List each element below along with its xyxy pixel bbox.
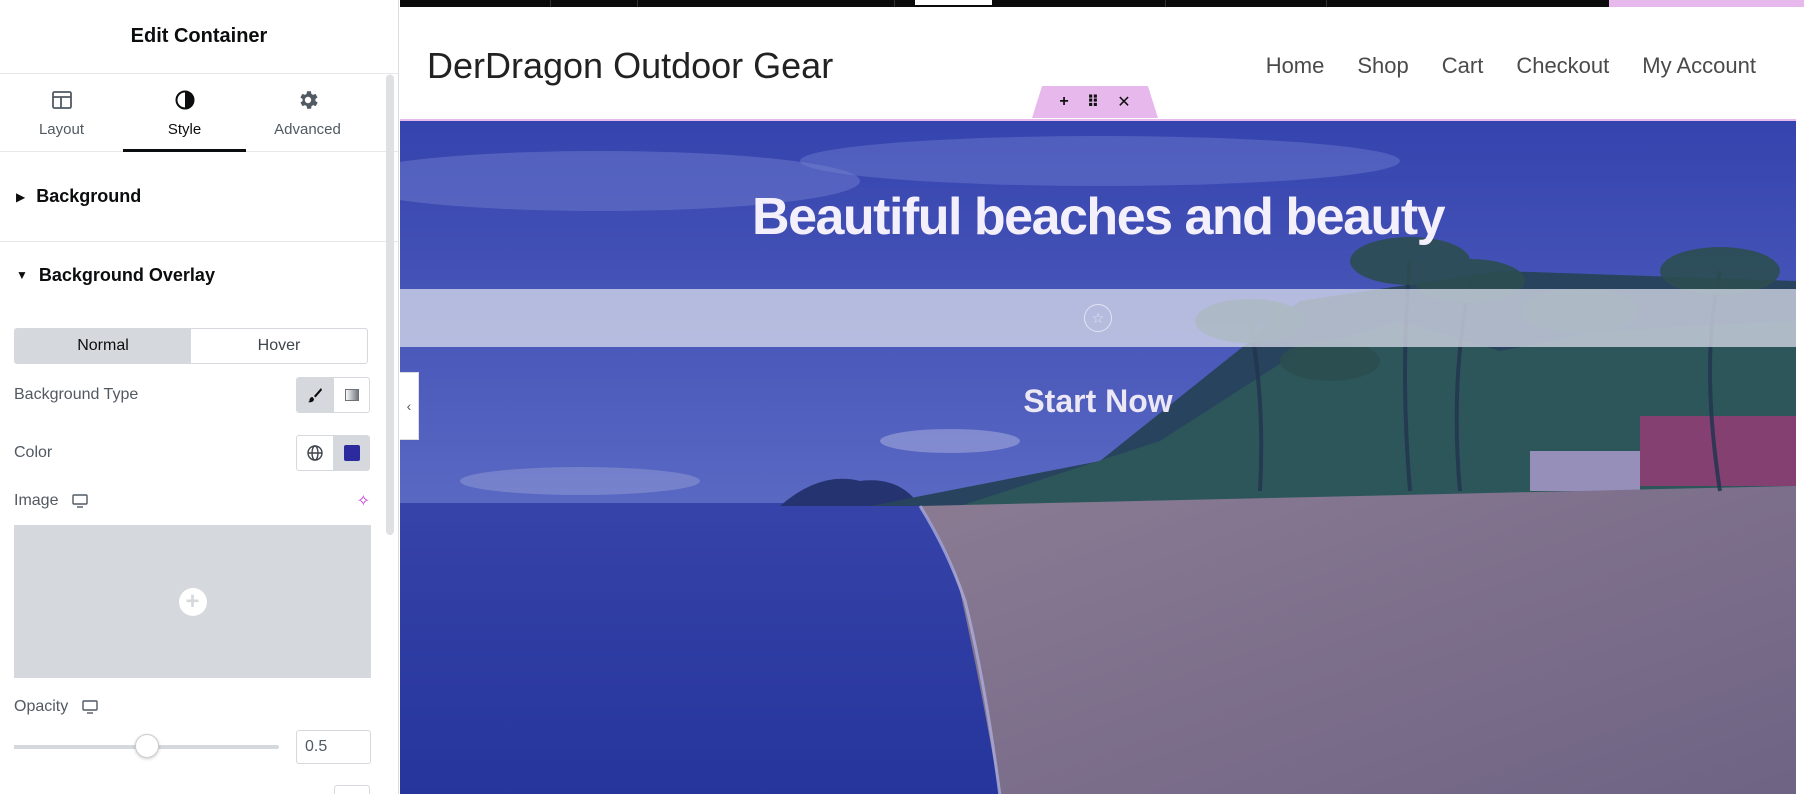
top-bar-divider <box>894 0 895 7</box>
section-background-overlay[interactable]: ▼ Background Overlay <box>0 242 398 308</box>
tab-style-label: Style <box>167 120 202 138</box>
background-type-row: Background Type <box>14 377 370 413</box>
top-bar-active-indicator <box>915 0 992 5</box>
background-type-options <box>296 377 370 413</box>
caret-right-icon: ▶ <box>16 189 26 204</box>
panel-title: Edit Container <box>130 25 268 47</box>
nav-checkout[interactable]: Checkout <box>1516 53 1609 79</box>
editor-panel: Edit Container Layout Style Advanced ▶ B… <box>0 0 399 794</box>
tab-style[interactable]: Style <box>123 74 246 152</box>
empty-widget-placeholder[interactable]: ☆ <box>400 289 1796 347</box>
image-row: Image ✧ <box>14 488 370 514</box>
preview-right-edge <box>1796 119 1804 794</box>
color-swatch <box>343 445 360 461</box>
top-bar-highlight <box>1609 0 1804 7</box>
next-control-stub <box>334 785 370 794</box>
desktop-icon[interactable] <box>72 494 89 508</box>
nav-cart[interactable]: Cart <box>1442 53 1484 79</box>
top-bar-divider <box>550 0 551 7</box>
preview-top-bar <box>400 0 1804 7</box>
globe-icon <box>307 445 323 461</box>
opacity-label: Opacity <box>14 698 69 715</box>
state-toggle: Normal Hover <box>14 328 368 364</box>
opacity-slider[interactable] <box>14 734 279 758</box>
gear-icon <box>299 90 318 109</box>
opacity-label-wrap: Opacity <box>14 698 370 716</box>
placeholder-star-icon: ☆ <box>1084 304 1112 332</box>
tab-advanced[interactable]: Advanced <box>246 74 369 151</box>
nav-shop[interactable]: Shop <box>1357 53 1408 79</box>
brush-icon <box>308 388 322 403</box>
nav-home[interactable]: Home <box>1266 53 1325 79</box>
image-label-wrap: Image <box>14 492 357 510</box>
desktop-icon[interactable] <box>82 700 98 714</box>
state-normal-button[interactable]: Normal <box>15 329 191 363</box>
collapse-panel-button[interactable]: ‹ <box>400 372 419 440</box>
top-bar-divider <box>1326 0 1327 7</box>
top-bar-divider <box>1165 0 1166 7</box>
layout-icon <box>51 90 72 109</box>
section-overlay-label: Background Overlay <box>38 264 215 285</box>
move-container-icon[interactable]: ⠿ <box>1087 92 1100 112</box>
hero-heading[interactable]: Beautiful beaches and beauty <box>400 187 1796 247</box>
add-container-icon[interactable]: + <box>1059 93 1068 111</box>
hero-container[interactable]: Beautiful beaches and beauty ☆ Start Now <box>400 119 1796 794</box>
gradient-icon <box>344 389 359 401</box>
container-handle: + ⠿ ✕ <box>1032 86 1158 118</box>
background-type-label: Background Type <box>14 386 139 403</box>
section-background-label: Background <box>36 186 142 206</box>
start-now-button[interactable]: Start Now <box>400 383 1796 420</box>
chevron-left-icon: ‹ <box>406 398 412 414</box>
panel-tabs: Layout Style Advanced <box>0 74 398 152</box>
color-row: Color <box>14 435 370 471</box>
add-image-icon: + <box>178 587 207 616</box>
ai-sparkle-icon[interactable]: ✧ <box>357 491 370 511</box>
color-swatch-button[interactable] <box>333 436 369 470</box>
gradient-button[interactable] <box>333 378 369 412</box>
opacity-slider-handle[interactable] <box>134 734 159 758</box>
panel-scrollbar-thumb[interactable] <box>386 75 394 535</box>
tab-layout[interactable]: Layout <box>0 74 123 151</box>
nav-my-account[interactable]: My Account <box>1642 53 1756 79</box>
state-hover-button[interactable]: Hover <box>191 329 367 363</box>
top-bar-divider <box>637 0 638 7</box>
opacity-slider-fill <box>14 745 147 749</box>
tab-layout-label: Layout <box>38 120 85 138</box>
contrast-icon <box>175 90 194 109</box>
site-title[interactable]: DerDragon Outdoor Gear <box>427 45 833 87</box>
delete-container-icon[interactable]: ✕ <box>1117 92 1130 112</box>
tab-advanced-label: Advanced <box>274 120 341 138</box>
global-colors-button[interactable] <box>297 436 333 470</box>
color-label: Color <box>14 444 53 461</box>
caret-down-icon: ▼ <box>16 268 28 282</box>
classic-brush-button[interactable] <box>297 378 333 412</box>
site-nav: Home Shop Cart Checkout My Account <box>1266 53 1756 79</box>
color-controls <box>296 435 370 471</box>
image-label: Image <box>14 492 59 509</box>
opacity-row: Opacity <box>14 694 370 720</box>
opacity-input[interactable]: 0.5 <box>296 730 371 764</box>
image-dropzone[interactable]: + <box>14 525 371 678</box>
panel-header: Edit Container <box>0 0 398 74</box>
section-background[interactable]: ▶ Background <box>0 152 398 242</box>
preview-canvas: DerDragon Outdoor Gear Home Shop Cart Ch… <box>400 0 1804 794</box>
